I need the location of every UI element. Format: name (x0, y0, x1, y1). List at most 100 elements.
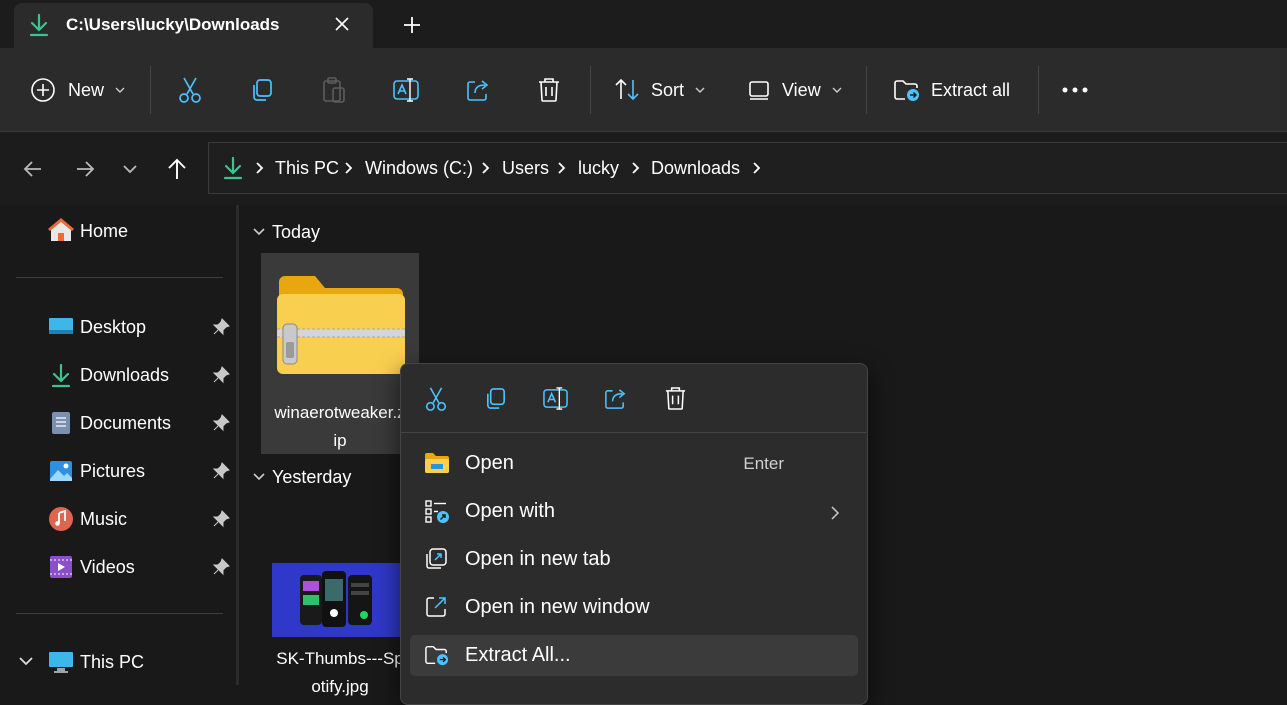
up-button[interactable] (165, 157, 189, 181)
sidebar-item-desktop[interactable]: Desktop (48, 313, 146, 341)
open-with-icon (424, 499, 450, 525)
view-button[interactable]: View (748, 66, 843, 114)
delete-button[interactable] (537, 66, 561, 114)
sidebar-label: Downloads (80, 364, 170, 385)
extract-all-label: Extract all (931, 79, 1011, 100)
sort-button[interactable]: Sort (613, 66, 706, 114)
new-button[interactable]: New (30, 66, 126, 114)
chevron-down-icon (19, 657, 33, 666)
paste-button (321, 66, 347, 114)
arrow-up-icon (168, 158, 186, 179)
view-button-label: View (782, 79, 821, 100)
breadcrumb-windows-c[interactable]: Windows (C:) (365, 158, 473, 179)
desktop-icon (49, 318, 73, 334)
pin-icon (212, 462, 230, 480)
more-options-button[interactable] (1062, 66, 1088, 114)
breadcrumb-lucky[interactable]: lucky (578, 158, 619, 179)
share-icon (467, 80, 489, 101)
breadcrumb-this-pc[interactable]: This PC (275, 158, 339, 179)
paste-icon (323, 77, 345, 103)
sidebar-label: Music (80, 508, 128, 529)
more-icon (1062, 87, 1088, 93)
recent-locations-button[interactable] (122, 162, 138, 176)
context-cut-button[interactable] (423, 386, 449, 412)
group-header-yesterday[interactable]: Yesterday (272, 467, 351, 488)
trash-icon (665, 387, 686, 410)
pictures-icon (50, 461, 72, 481)
home-icon (48, 218, 74, 241)
expand-this-pc-button[interactable] (18, 655, 34, 667)
pin-icon (212, 414, 230, 432)
breadcrumb-chevron-icon (631, 160, 641, 176)
sidebar-item-downloads[interactable]: Downloads (48, 361, 169, 389)
chevron-right-icon (830, 505, 840, 521)
context-item-open-with[interactable]: Open with (410, 491, 858, 532)
sort-button-label: Sort (651, 79, 685, 100)
pane-splitter[interactable] (236, 205, 239, 685)
context-menu-divider (400, 432, 866, 433)
breadcrumb-chevron-icon (344, 160, 354, 176)
breadcrumb-chevron-icon (481, 160, 491, 176)
group-header-today[interactable]: Today (272, 222, 320, 243)
rename-icon (543, 387, 568, 410)
sidebar-item-music[interactable]: Music (48, 505, 127, 533)
pin-icon (212, 558, 230, 576)
document-icon (52, 412, 70, 434)
rename-button[interactable] (392, 66, 420, 114)
new-tab-icon[interactable] (400, 13, 424, 37)
rename-icon (393, 78, 419, 102)
sidebar-label: Documents (80, 412, 172, 433)
file-name-line: ip (333, 431, 347, 450)
extract-folder-icon (424, 643, 450, 667)
sidebar-item-this-pc[interactable]: This PC (48, 648, 144, 676)
back-button[interactable] (22, 158, 44, 180)
breadcrumb-chevron-icon (557, 160, 567, 176)
trash-icon (539, 78, 559, 102)
new-tab-icon (424, 547, 448, 571)
toolbar-divider (150, 66, 151, 114)
sidebar-item-documents[interactable]: Documents (48, 409, 171, 437)
sidebar-item-home[interactable]: Home (48, 217, 128, 245)
arrow-left-icon (23, 161, 41, 177)
breadcrumb-downloads[interactable]: Downloads (651, 158, 740, 179)
copy-button[interactable] (249, 66, 275, 114)
pin-icon (212, 510, 230, 528)
music-icon (49, 507, 73, 531)
breadcrumb-users[interactable]: Users (502, 158, 549, 179)
cut-button[interactable] (176, 66, 204, 114)
share-button[interactable] (465, 66, 491, 114)
context-item-open-new-window[interactable]: Open in new window (410, 587, 858, 628)
context-item-open[interactable]: Open Enter (410, 443, 858, 484)
context-item-label: Open with (465, 500, 556, 522)
file-name-line: otify.jpg (311, 677, 369, 696)
sidebar-label: This PC (80, 651, 145, 672)
close-tab-icon[interactable] (332, 14, 352, 34)
image-thumbnail[interactable] (272, 563, 402, 637)
toolbar-divider (590, 66, 591, 114)
file-name-jpg: SK-Thumbs---Sp otify.jpg (261, 645, 419, 701)
file-name-zip: winaerotweaker.z ip (261, 399, 419, 455)
context-rename-button[interactable] (542, 386, 569, 411)
scissors-icon (179, 77, 201, 103)
context-copy-button[interactable] (483, 386, 508, 411)
breadcrumb-chevron-icon[interactable] (752, 160, 762, 176)
extract-all-button[interactable]: Extract all (893, 66, 1010, 114)
context-share-button[interactable] (603, 386, 628, 411)
computer-icon (49, 652, 73, 673)
download-icon (222, 156, 244, 180)
plus-circle-icon (31, 78, 55, 102)
chevron-down-icon (832, 87, 842, 93)
file-name-line: winaerotweaker.z (274, 403, 406, 422)
forward-button[interactable] (74, 158, 96, 180)
context-item-extract-all[interactable]: Extract All... (410, 635, 858, 676)
context-item-open-new-tab[interactable]: Open in new tab (410, 539, 858, 580)
sidebar-item-videos[interactable]: Videos (48, 553, 135, 581)
context-delete-button[interactable] (664, 386, 687, 411)
toolbar-divider (866, 66, 867, 114)
sidebar-divider (16, 613, 223, 614)
sidebar-item-pictures[interactable]: Pictures (48, 457, 145, 485)
group-collapse-icon[interactable] (252, 226, 266, 238)
sidebar-label: Pictures (80, 460, 146, 481)
group-collapse-icon[interactable] (252, 471, 266, 483)
download-icon (28, 13, 50, 37)
